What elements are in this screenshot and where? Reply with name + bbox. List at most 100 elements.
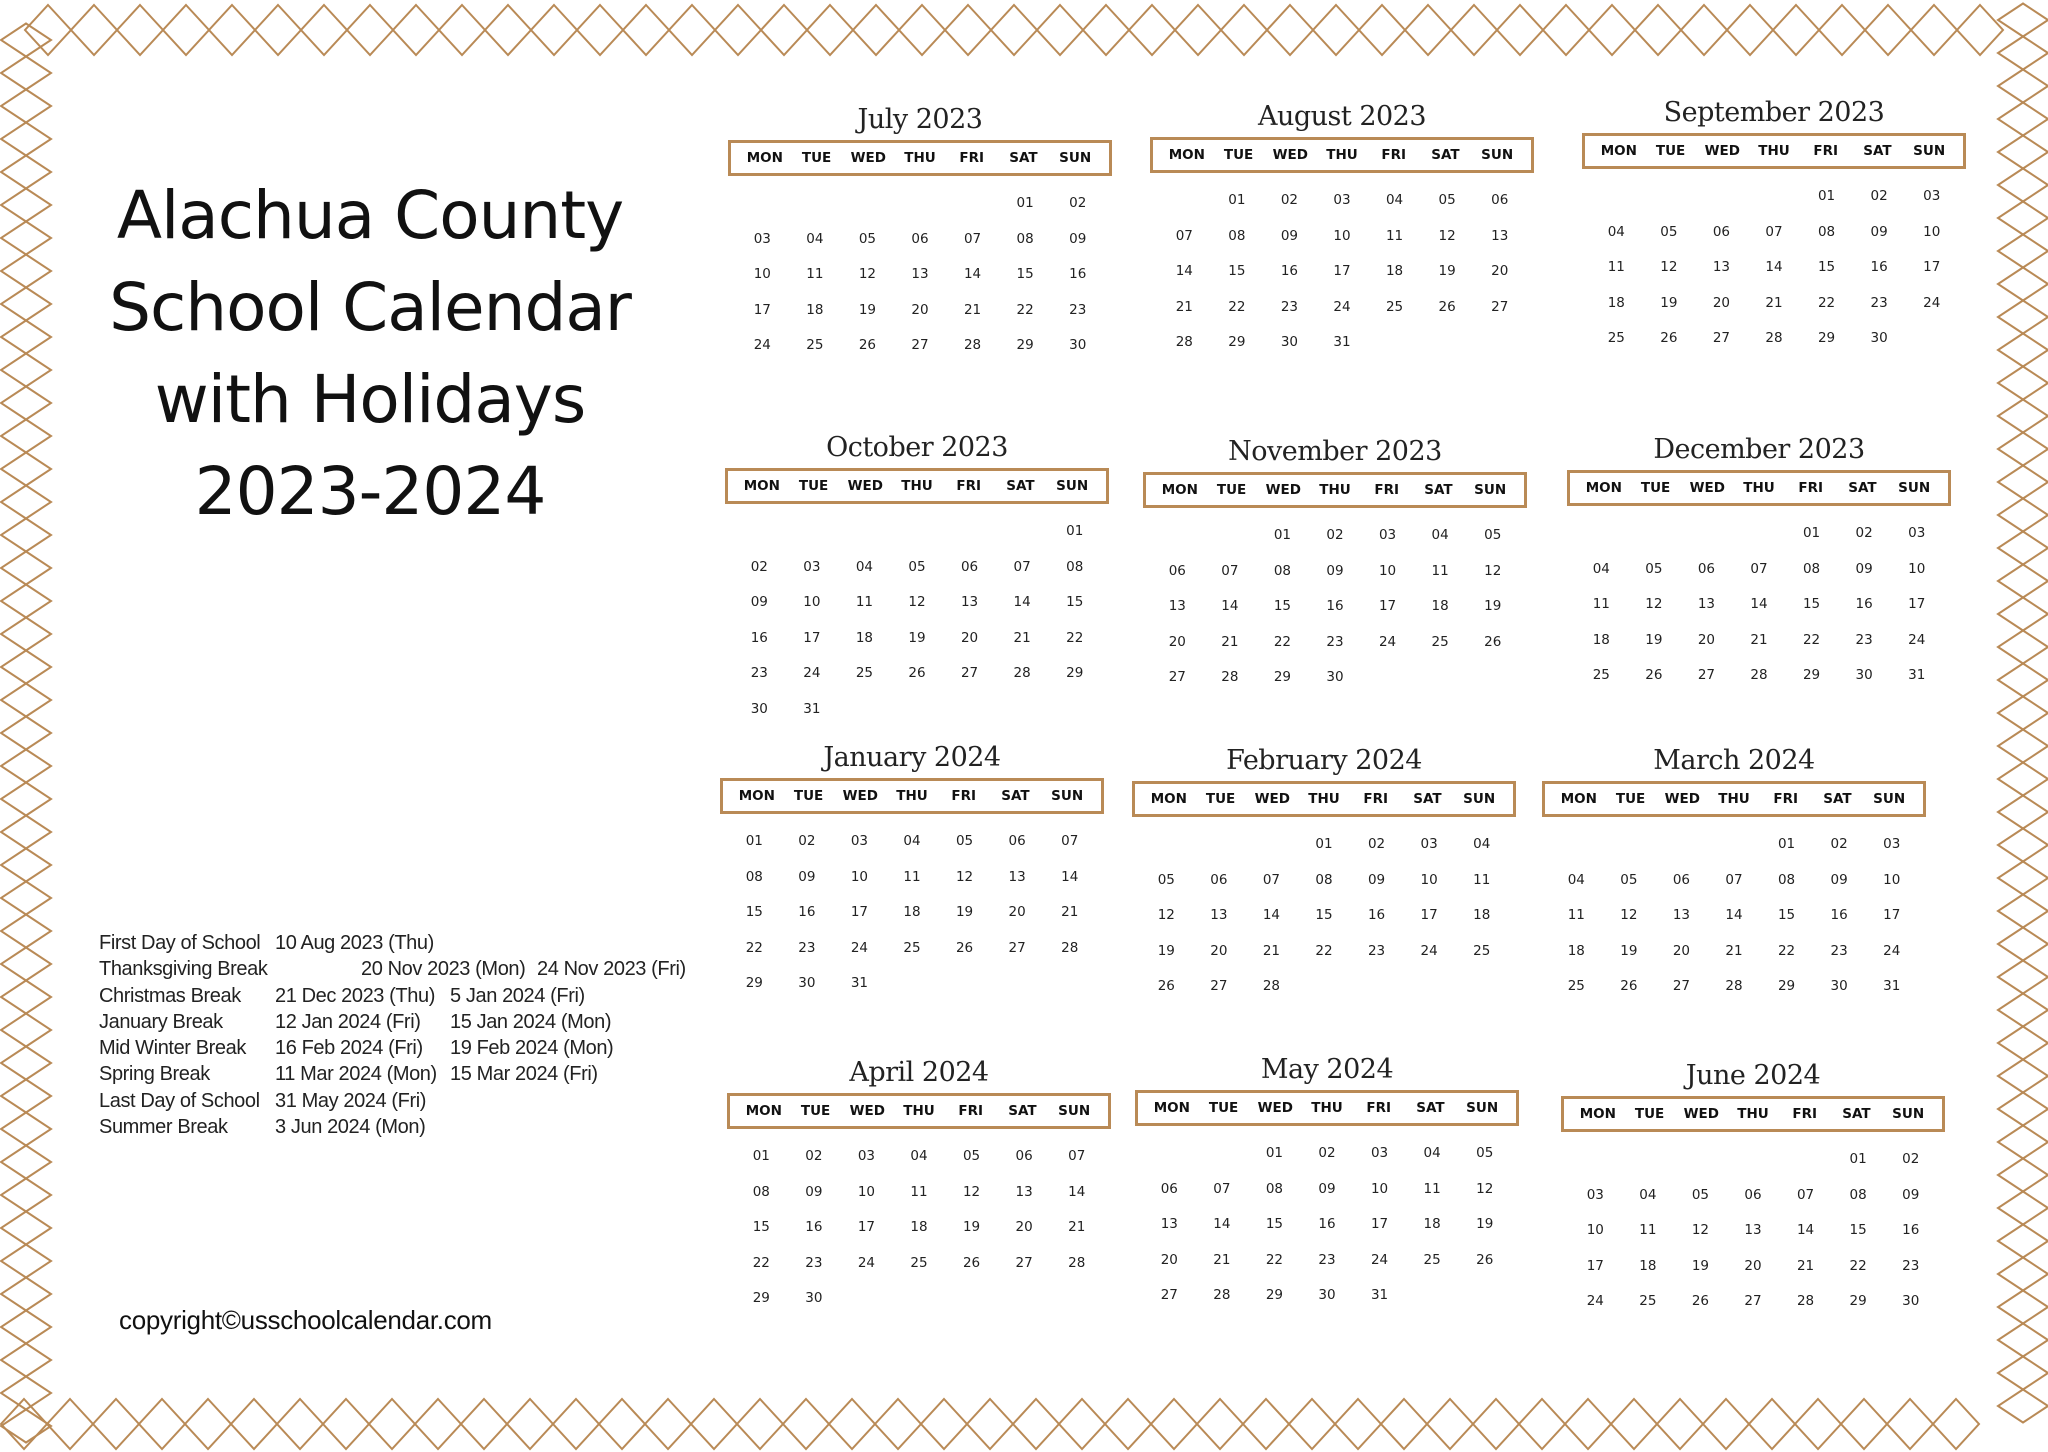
day-cell: 20 bbox=[960, 629, 979, 646]
holiday-start-date: 10 Aug 2023 (Thu) bbox=[275, 932, 434, 954]
border-diamond bbox=[459, 1397, 509, 1451]
day-cell: 07 bbox=[1750, 560, 1768, 577]
empty-day-cell bbox=[1550, 827, 1603, 863]
day-cell: 06 bbox=[1672, 871, 1691, 888]
weekday-header: MON TUE WED THU FRI SAT SUN bbox=[1135, 1090, 1519, 1126]
day-cell: 30 bbox=[1870, 330, 1888, 347]
border-diamond bbox=[0, 418, 53, 454]
border-diamond bbox=[1996, 200, 2048, 236]
day-cell: 30 bbox=[1318, 1287, 1336, 1304]
day-cell: 01 bbox=[1849, 1151, 1867, 1167]
border-diamond bbox=[1996, 332, 2048, 368]
day-cell: 13 bbox=[1744, 1222, 1762, 1239]
day-cell: 17 bbox=[857, 1219, 876, 1236]
border-diamond bbox=[897, 3, 947, 57]
day-cell: 31 bbox=[1370, 1287, 1389, 1304]
day-cell: 01 bbox=[1016, 195, 1034, 211]
weekday-header: MON TUE WED THU FRI SAT SUN bbox=[728, 140, 1112, 176]
border-diamond bbox=[0, 1342, 53, 1378]
border-diamond bbox=[0, 220, 53, 256]
border-diamond bbox=[1287, 1397, 1337, 1451]
day-cell: 16 bbox=[1367, 907, 1386, 924]
day-cell: 27 bbox=[1712, 330, 1731, 347]
day-cell: 25 bbox=[855, 665, 874, 682]
day-cell: 08 bbox=[1066, 558, 1084, 575]
empty-day-cell bbox=[1748, 179, 1801, 215]
weekday-label: TUE bbox=[1223, 147, 1254, 163]
empty-day-cell bbox=[1655, 827, 1708, 863]
day-cell: 09 bbox=[1318, 1180, 1336, 1197]
day-cell: 26 bbox=[1438, 298, 1456, 315]
day-cell: 17 bbox=[1333, 263, 1351, 280]
month-calendar: January 2024 MON TUE WED THU FRI SAT SUN 01 02 03 0… bbox=[720, 738, 1104, 1002]
day-cell: 13 bbox=[1168, 598, 1186, 615]
day-cell: 24 bbox=[753, 337, 771, 354]
empty-day-cell bbox=[891, 514, 944, 550]
day-grid: 01 02 03 04 05 06 07 08 09 10 11 12 13 14 15 16 17 18 19 20… bbox=[1132, 817, 1516, 1005]
day-cell: 25 bbox=[1639, 1293, 1657, 1310]
title-line: Alachua County bbox=[116, 177, 624, 254]
empty-day-cell bbox=[841, 186, 894, 222]
border-diamond bbox=[391, 3, 441, 57]
weekday-label: WED bbox=[850, 150, 886, 166]
day-cell: 09 bbox=[805, 1183, 823, 1200]
day-cell: 21 bbox=[1221, 633, 1239, 650]
day-cell: 26 bbox=[858, 337, 877, 354]
day-cell: 16 bbox=[1830, 907, 1848, 924]
day-grid: 01 02 03 04 05 06 07 08 09 10 11 12 13 14 15 16 17 18 19 20… bbox=[1561, 1132, 1945, 1320]
empty-day-cell bbox=[733, 514, 786, 550]
border-diamond bbox=[1996, 497, 2048, 533]
border-diamond bbox=[529, 3, 579, 57]
weekday-header: MON TUE WED THU FRI SAT SUN bbox=[1132, 781, 1516, 817]
day-cell: 11 bbox=[1607, 259, 1625, 276]
month-calendar: December 2023 MON TUE WED THU FRI SAT SUN 01 02 03… bbox=[1567, 430, 1951, 694]
empty-day-cell bbox=[1569, 1142, 1622, 1178]
day-cell: 23 bbox=[750, 665, 768, 682]
day-cell: 17 bbox=[1420, 907, 1438, 924]
day-cell: 20 bbox=[1712, 294, 1731, 311]
weekday-label: MON bbox=[1168, 147, 1205, 163]
border-diamond bbox=[597, 1397, 647, 1451]
border-diamond bbox=[1839, 1397, 1889, 1451]
month-calendar: October 2023 MON TUE WED THU FRI SAT SUN 01 02 03 0… bbox=[725, 428, 1109, 728]
holiday-end-date: 15 Jan 2024 (Mon) bbox=[450, 1010, 612, 1033]
border-diamond bbox=[0, 583, 53, 619]
holiday-name: First Day of School bbox=[99, 932, 261, 954]
weekday-label: THU bbox=[1758, 143, 1790, 159]
border-diamond bbox=[1996, 794, 2048, 830]
border-diamond bbox=[1725, 3, 1775, 57]
weekday-label: MON bbox=[1600, 143, 1637, 159]
weekday-label: MON bbox=[1161, 482, 1198, 498]
border-diamond bbox=[69, 3, 119, 57]
weekday-label: MON bbox=[738, 788, 775, 804]
month-title: January 2024 bbox=[823, 742, 1001, 773]
border-diamond bbox=[873, 1397, 923, 1451]
border-diamond bbox=[0, 748, 53, 784]
day-cell: 28 bbox=[1765, 330, 1783, 347]
day-cell: 07 bbox=[1175, 227, 1193, 244]
day-cell: 27 bbox=[1168, 669, 1186, 686]
day-cell: 22 bbox=[1265, 1251, 1284, 1268]
day-cell: 19 bbox=[1645, 631, 1663, 648]
border-diamond bbox=[0, 814, 53, 850]
holiday-start-date: 11 Mar 2024 (Mon) bbox=[275, 1063, 437, 1086]
weekday-label: WED bbox=[1664, 791, 1700, 807]
weekday-label: SUN bbox=[1474, 482, 1507, 498]
day-cell: 18 bbox=[1473, 907, 1491, 924]
day-cell: 26 bbox=[1157, 978, 1175, 995]
day-cell: 21 bbox=[1061, 904, 1079, 921]
day-cell: 22 bbox=[1315, 942, 1333, 959]
day-cell: 07 bbox=[1061, 833, 1079, 849]
day-cell: 20 bbox=[1008, 904, 1026, 921]
day-cell: 09 bbox=[1902, 1186, 1920, 1203]
border-diamond bbox=[1311, 3, 1361, 57]
day-cell: 19 bbox=[858, 301, 877, 318]
day-cell: 14 bbox=[1061, 868, 1079, 885]
weekday-label: SUN bbox=[1051, 788, 1084, 804]
month-calendar: February 2024 MON TUE WED THU FRI SAT SUN 01 02 03… bbox=[1132, 741, 1516, 1005]
day-cell: 18 bbox=[910, 1219, 928, 1236]
weekday-label: TUE bbox=[1634, 1106, 1665, 1122]
day-cell: 28 bbox=[963, 337, 982, 354]
holiday-name: Summer Break bbox=[99, 1116, 228, 1139]
day-cell: 22 bbox=[1228, 298, 1246, 315]
